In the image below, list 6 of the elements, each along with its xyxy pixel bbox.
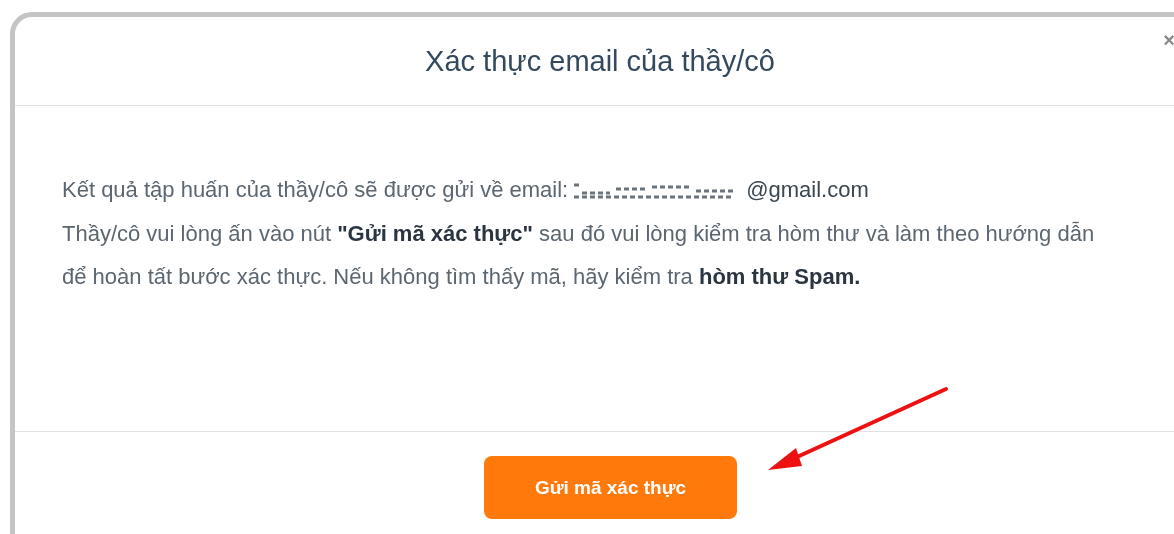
close-button[interactable]: × (1163, 29, 1174, 52)
result-text: Kết quả tập huấn của thầy/cô sẽ được gửi về email: (62, 176, 569, 204)
email-address: @gmail.com (746, 176, 869, 204)
instructions-text: Thầy/cô vui lòng ấn vào nút "Gửi mã xác thực" sau đó vui lòng kiểm tra hòm thư và làm theo hướng dẫn để hoàn tất bước xác thực. Nếu không tìm thấy mã, hãy kiểm tra hòm thư Spam. (62, 220, 1096, 291)
dialog-title: Xác thực email của thầy/cô (424, 44, 775, 78)
send-code-button[interactable]: Gửi mã xác thực (484, 456, 737, 519)
